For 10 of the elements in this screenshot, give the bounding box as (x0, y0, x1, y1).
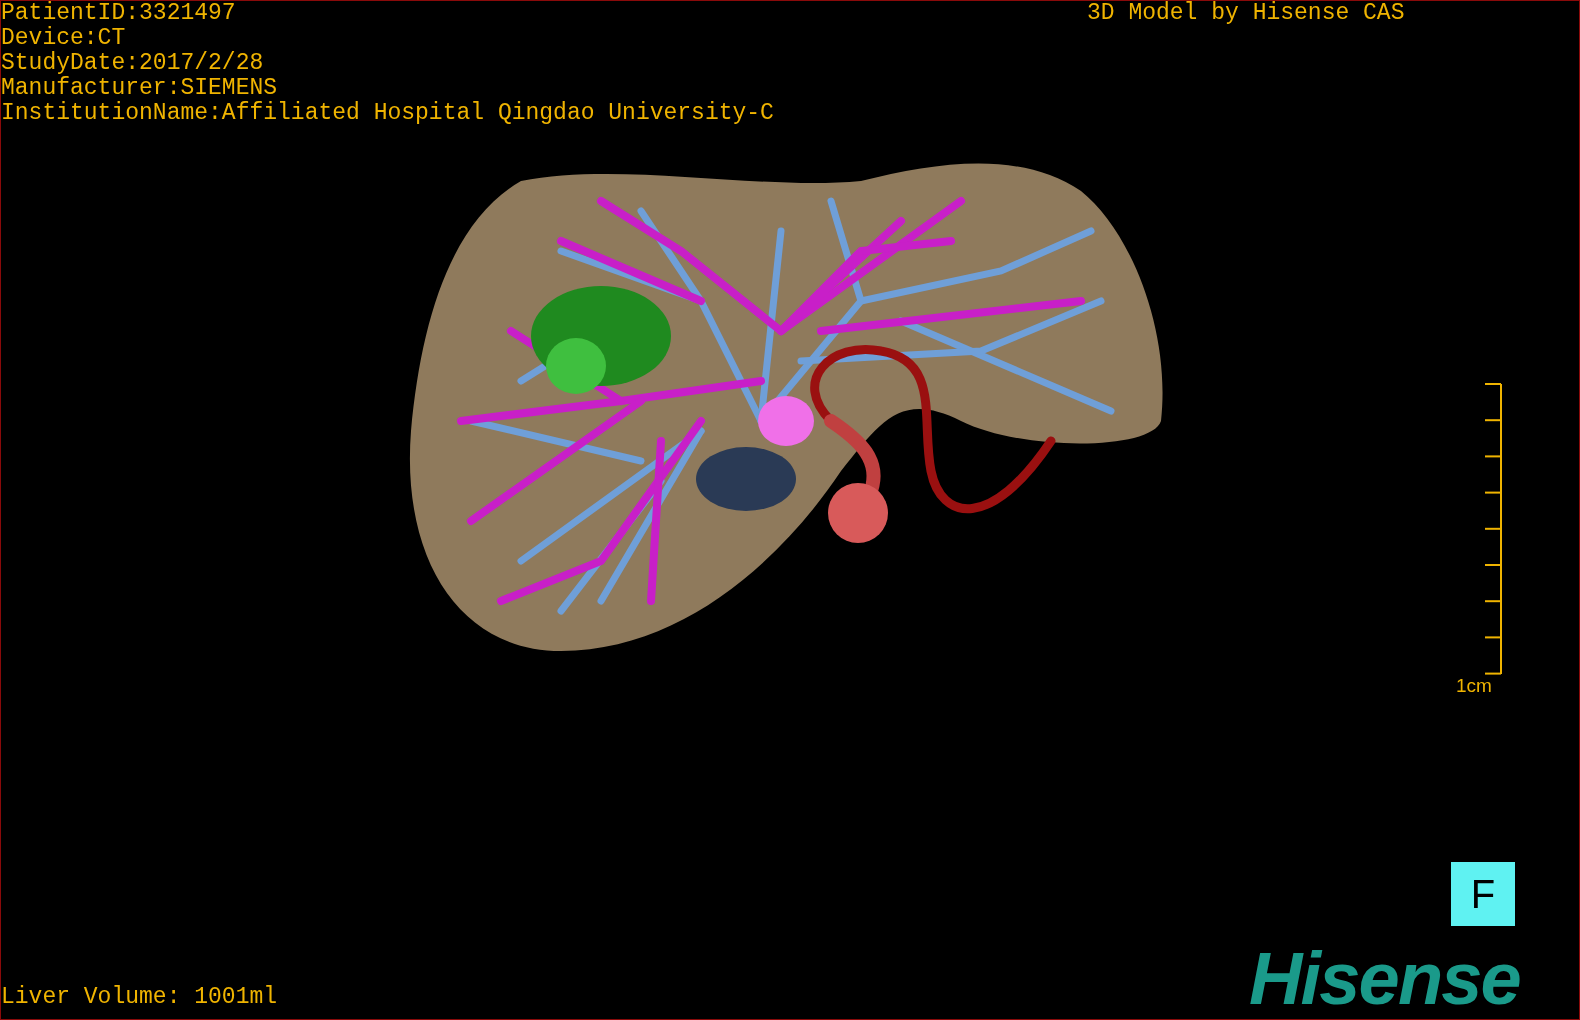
study-info-text: StudyDate:2017/2/28 (1, 51, 265, 76)
study-info-text: PatientID:3321497 (1, 1, 237, 26)
scale-label: 1cm (1456, 675, 1492, 697)
study-info-text: Manufacturer:SIEMENS (1, 76, 279, 101)
view-orientation-button[interactable]: F (1451, 862, 1515, 926)
study-info-text: InstitutionName:Affiliated Hospital Qingdao University-C (1, 101, 774, 126)
model-credit-text: 3D Model by Hisense CAS (1087, 1, 1405, 26)
liver-volume-text: Liver Volume: 1001ml (1, 985, 278, 1010)
brand-logo: Hisense (1249, 941, 1520, 1017)
study-info-text: Device:CT (1, 26, 127, 51)
